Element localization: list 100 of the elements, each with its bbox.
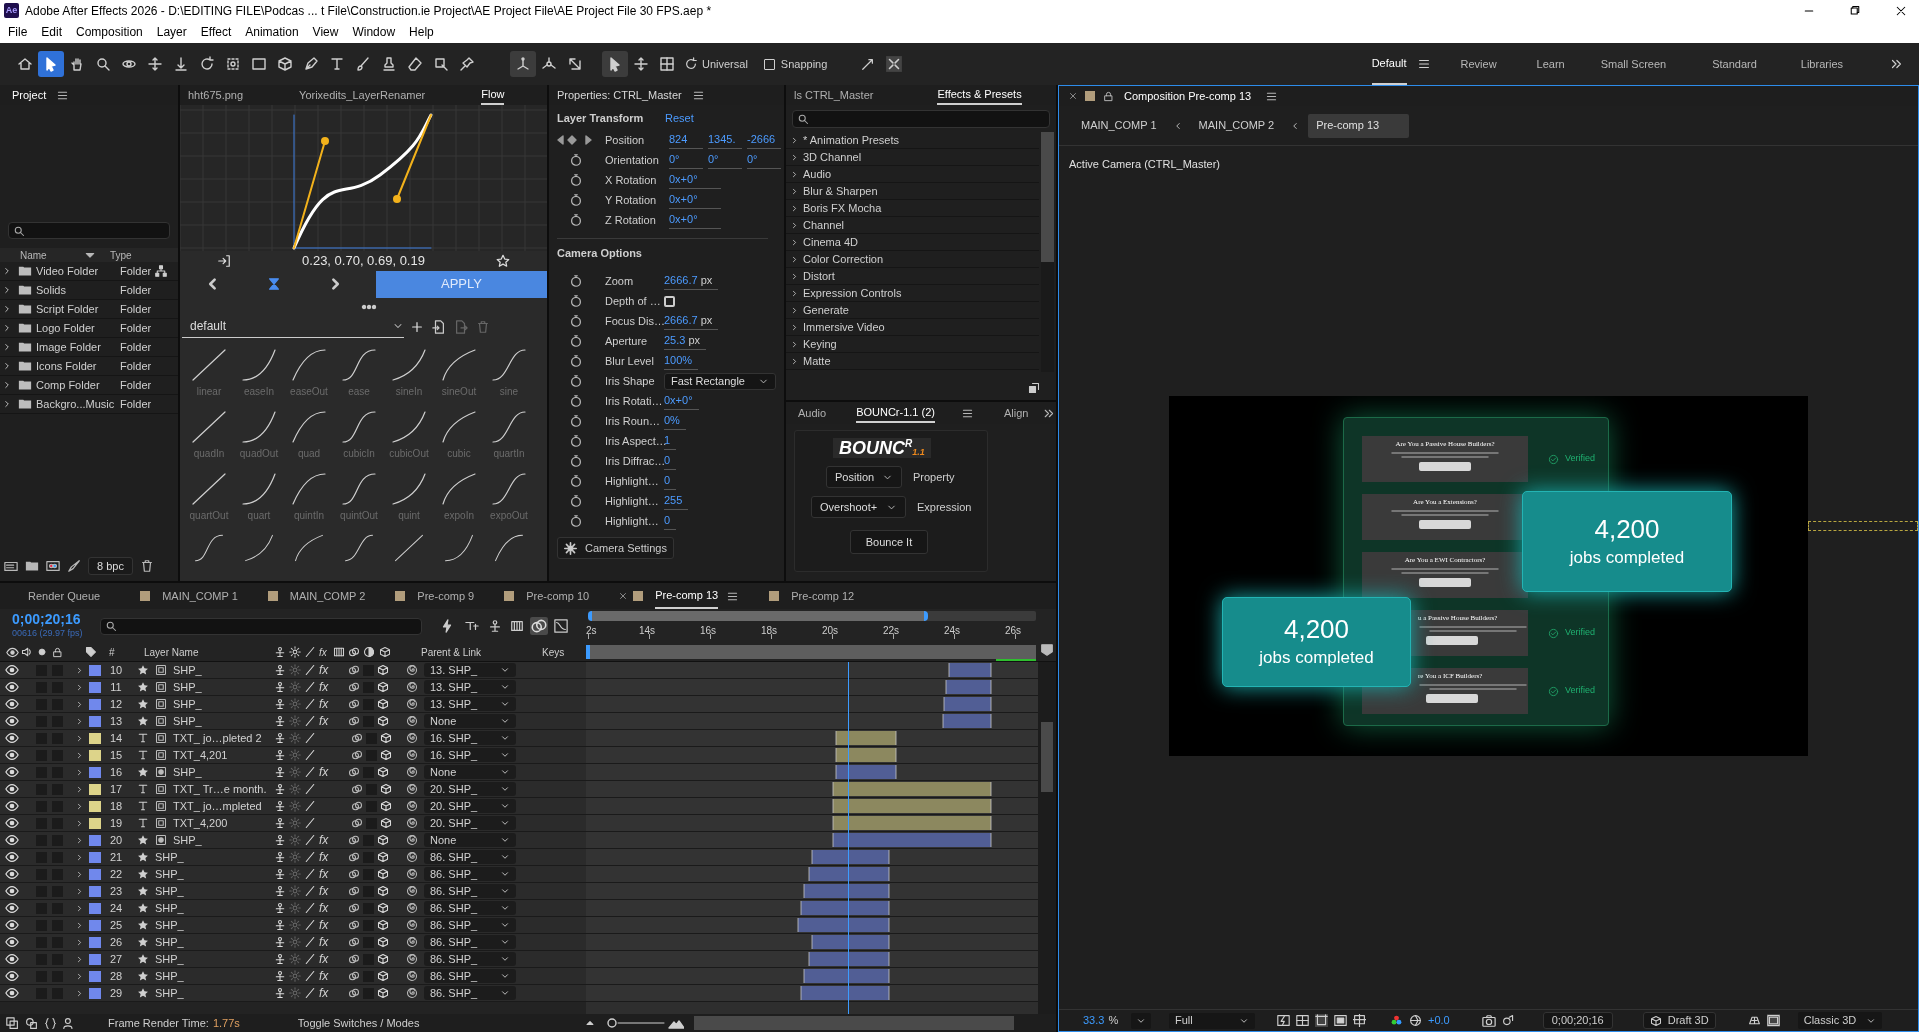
menu-item[interactable]: Layer	[156, 23, 187, 41]
parent-dropdown[interactable]: 86. SHP_	[424, 935, 516, 949]
effects-category[interactable]: Generate	[786, 302, 1039, 319]
parent-dropdown[interactable]: 16. SHP_	[424, 731, 516, 745]
value-field[interactable]: 0	[664, 472, 677, 490]
effect-switch[interactable]: fx	[319, 901, 329, 915]
parent-dropdown[interactable]: 16. SHP_	[424, 748, 516, 762]
effect-switch[interactable]: fx	[319, 986, 329, 1000]
value-field[interactable]: 1345.	[708, 131, 742, 149]
effect-switch[interactable]: fx	[319, 918, 329, 932]
column-header[interactable]: Type	[110, 247, 132, 263]
project-row[interactable]: Image Folder Folder	[0, 338, 178, 357]
effects-category[interactable]: Audio	[786, 166, 1039, 183]
layer-name[interactable]: TXT_ jo…mpleted	[173, 799, 262, 812]
effect-switch[interactable]: fx	[319, 850, 329, 864]
workspace-tab[interactable]: Learn	[1536, 43, 1565, 85]
menu-item[interactable]: Animation	[245, 23, 299, 41]
renderer-dropdown[interactable]: Classic 3D	[1797, 1012, 1882, 1029]
effect-switch[interactable]: fx	[319, 952, 329, 966]
panel-tab[interactable]: ls CTRL_Master	[794, 85, 874, 105]
value-field[interactable]: 255	[664, 492, 689, 510]
layer-name[interactable]: TXT_4,201	[173, 748, 228, 761]
value-field[interactable]: 100%	[664, 352, 699, 370]
parent-dropdown[interactable]: 86. SHP_	[424, 969, 516, 983]
effect-switch[interactable]: fx	[319, 765, 329, 779]
effect-switch[interactable]: fx	[319, 969, 329, 983]
dropdown[interactable]: Overshoot+	[811, 496, 906, 518]
layer-name[interactable]: SHP_	[155, 850, 184, 863]
draft-3d-button[interactable]: Draft 3D	[1642, 1012, 1716, 1029]
camera-settings-button[interactable]: Camera Settings	[557, 537, 674, 559]
project-row[interactable]: Script Folder Folder	[0, 300, 178, 319]
layer-name[interactable]: SHP_	[155, 867, 184, 880]
menu-item[interactable]: Edit	[41, 23, 63, 41]
project-row[interactable]: Icons Folder Folder	[0, 357, 178, 376]
universal-mode-button[interactable]: Universal	[684, 55, 748, 73]
layer-name[interactable]: SHP_	[173, 833, 202, 846]
project-row[interactable]: Solids Folder	[0, 281, 178, 300]
effect-switch[interactable]: fx	[319, 663, 329, 677]
parent-dropdown[interactable]: None	[424, 714, 516, 728]
reset-link[interactable]: Reset	[665, 110, 694, 127]
value-field[interactable]: 824	[669, 131, 703, 149]
panel-tab[interactable]: Align	[1004, 403, 1029, 423]
project-row[interactable]: Logo Folder Folder	[0, 319, 178, 338]
menu-item[interactable]: View	[312, 23, 339, 41]
effects-category[interactable]: Channel	[786, 217, 1039, 234]
layer-name[interactable]: SHP_	[173, 680, 202, 693]
timeline-tab[interactable]: Pre-comp 10	[526, 583, 590, 609]
timeline-tab[interactable]: Pre-comp 12	[791, 583, 855, 609]
timeline-tab[interactable]: Pre-comp 9	[417, 583, 475, 609]
value-field[interactable]: 0°	[708, 151, 742, 169]
workspace-tab[interactable]: Review	[1460, 43, 1497, 85]
effects-category[interactable]: Color Correction	[786, 251, 1039, 268]
bounce-it-button[interactable]: Bounce It	[850, 530, 928, 554]
snapping-checkbox[interactable]: Snapping	[763, 55, 828, 73]
panel-tab[interactable]: Project	[12, 85, 47, 105]
value-field[interactable]: 2666.7 px	[664, 272, 719, 290]
parent-dropdown[interactable]: 86. SHP_	[424, 867, 516, 881]
value-field[interactable]: 25.3 px	[664, 332, 707, 350]
toggle-switches-link[interactable]: Toggle Switches / Modes	[297, 1014, 420, 1032]
parent-dropdown[interactable]: None	[424, 765, 516, 779]
workspace-tab[interactable]: Small Screen	[1600, 43, 1667, 85]
effects-category[interactable]: * Animation Presets	[786, 132, 1039, 149]
column-header[interactable]: Name	[20, 247, 84, 263]
layer-name[interactable]: TXT_4,200	[173, 816, 228, 829]
dropdown[interactable]: Position	[826, 466, 902, 488]
layer-name[interactable]: SHP_	[173, 663, 202, 676]
layer-name[interactable]: TXT_ jo…pleted 2	[173, 731, 262, 744]
effects-category[interactable]: Blur & Sharpen	[786, 183, 1039, 200]
layer-name[interactable]: SHP_	[155, 969, 184, 982]
panel-tab[interactable]: hht675.png	[188, 85, 244, 105]
parent-dropdown[interactable]: 20. SHP_	[424, 816, 516, 830]
menu-item[interactable]: Effect	[200, 23, 232, 41]
panel-tab[interactable]: Audio	[798, 403, 827, 423]
layer-name[interactable]: SHP_	[173, 765, 202, 778]
value-field[interactable]: 0	[664, 452, 677, 470]
exposure-value[interactable]: +0.0	[1428, 1012, 1450, 1029]
effects-category[interactable]: Keying	[786, 336, 1039, 353]
parent-dropdown[interactable]: 86. SHP_	[424, 918, 516, 932]
effects-category[interactable]: Expression Controls	[786, 285, 1039, 302]
project-row[interactable]: Backgro...Music Folder	[0, 395, 178, 414]
effects-category[interactable]: Cinema 4D	[786, 234, 1039, 251]
effect-switch[interactable]: fx	[319, 884, 329, 898]
value-field[interactable]: 0°	[747, 151, 781, 169]
effects-category[interactable]: Boris FX Mocha	[786, 200, 1039, 217]
value-field[interactable]: 0x+0°	[669, 191, 721, 209]
menu-item[interactable]: Composition	[76, 23, 143, 41]
timeline-tab[interactable]: MAIN_COMP 1	[162, 583, 238, 609]
parent-dropdown[interactable]: 13. SHP_	[424, 680, 516, 694]
effects-category[interactable]: Immersive Video	[786, 319, 1039, 336]
layer-name[interactable]: SHP_	[155, 952, 184, 965]
value-field[interactable]: 0x+0°	[669, 171, 721, 189]
effect-switch[interactable]: fx	[319, 680, 329, 694]
effects-category[interactable]: 3D Channel	[786, 149, 1039, 166]
parent-dropdown[interactable]: None	[424, 833, 516, 847]
panel-tab[interactable]: Effects & Presets	[937, 85, 1022, 105]
layer-name[interactable]: SHP_	[155, 884, 184, 897]
parent-dropdown[interactable]: 20. SHP_	[424, 799, 516, 813]
workspace-tab[interactable]: Libraries	[1800, 43, 1843, 85]
parent-dropdown[interactable]: 13. SHP_	[424, 663, 516, 677]
effects-category[interactable]: Distort	[786, 268, 1039, 285]
